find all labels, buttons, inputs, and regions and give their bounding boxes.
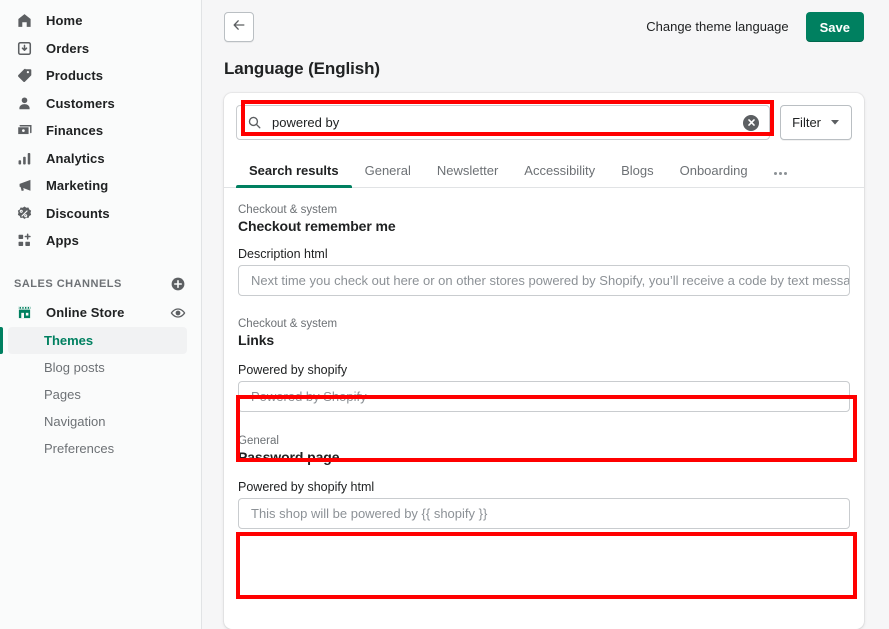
filter-button-label: Filter [792, 115, 821, 130]
field-value: Next time you check out here or on other… [251, 273, 850, 288]
search-box[interactable] [236, 105, 771, 140]
marketing-megaphone-icon [14, 176, 34, 196]
plus-circle-icon[interactable] [169, 275, 187, 293]
analytics-bars-icon [14, 148, 34, 168]
back-button[interactable] [224, 12, 254, 42]
field-value: This shop will be powered by {{ shopify … [251, 506, 488, 521]
clear-search-icon[interactable] [743, 114, 760, 131]
sidebar-item-label: Apps [46, 233, 79, 249]
sidebar-item-label: Products [46, 68, 104, 84]
sidebar-item-label: Finances [46, 123, 104, 139]
sidebar-subitem-label: Navigation [44, 413, 106, 429]
save-button[interactable]: Save [805, 12, 864, 42]
sidebar-item-label: Orders [46, 40, 90, 56]
eye-icon[interactable] [169, 304, 187, 322]
change-theme-language-link[interactable]: Change theme language [646, 12, 788, 42]
apps-grid-plus-icon [14, 231, 34, 251]
section-title: Links [238, 332, 275, 348]
powered-by-shopify-html-input[interactable]: This shop will be powered by {{ shopify … [238, 498, 850, 529]
tab-newsletter[interactable]: Newsletter [424, 163, 511, 187]
search-icon [247, 115, 262, 130]
sidebar: Home Orders Products Customers Finances [0, 0, 202, 629]
tab-blogs[interactable]: Blogs [608, 163, 667, 187]
app-root: Home Orders Products Customers Finances [0, 0, 889, 629]
page-header: Change theme language Save [224, 12, 864, 48]
field-powered-by-shopify-html: Powered by shopify html This shop will b… [238, 480, 850, 529]
customers-person-icon [14, 93, 34, 113]
section-title: Password page [238, 449, 340, 465]
page-title: Language (English) [224, 59, 380, 78]
filter-button[interactable]: Filter [780, 105, 852, 140]
section-links: Checkout & system Links Powered by shopi… [238, 296, 850, 412]
section-category: Checkout & system [238, 204, 338, 216]
tabs-bar: Search results General Newsletter Access… [224, 152, 864, 188]
tab-accessibility[interactable]: Accessibility [511, 163, 608, 187]
language-editor-card: Filter Search results General Newsletter… [224, 93, 864, 629]
orders-icon [14, 38, 34, 58]
sidebar-item-discounts[interactable]: Discounts [0, 200, 201, 228]
sales-channels-heading: SALES CHANNELS [14, 277, 122, 290]
sidebar-item-preferences[interactable]: Preferences [8, 435, 187, 462]
sidebar-item-label: Home [46, 13, 83, 29]
sidebar-subitem-label: Pages [44, 386, 81, 402]
sidebar-item-home[interactable]: Home [0, 7, 201, 35]
sidebar-subitem-label: Blog posts [44, 359, 105, 375]
arrow-left-icon [231, 17, 247, 38]
sidebar-item-label: Analytics [46, 150, 105, 166]
storefront-icon [14, 303, 34, 323]
description-html-input[interactable]: Next time you check out here or on other… [238, 265, 850, 296]
discounts-badge-icon [14, 203, 34, 223]
field-label: Description html [238, 247, 328, 261]
section-checkout-remember-me: Checkout & system Checkout remember me D… [238, 188, 850, 296]
tabs-overflow-ellipsis-icon[interactable] [761, 172, 800, 187]
section-title: Checkout remember me [238, 218, 396, 234]
sidebar-item-label: Customers [46, 95, 115, 111]
chevron-down-icon [830, 114, 840, 132]
main-content: Change theme language Save Language (Eng… [202, 0, 889, 629]
sidebar-item-label: Online Store [46, 305, 125, 320]
tab-general[interactable]: General [352, 163, 424, 187]
sidebar-item-marketing[interactable]: Marketing [0, 172, 201, 200]
section-category: Checkout & system [238, 318, 338, 330]
search-field-wrapper [236, 105, 771, 140]
section-category: General [238, 435, 279, 447]
tab-search-results[interactable]: Search results [236, 163, 352, 188]
tab-onboarding[interactable]: Onboarding [667, 163, 761, 187]
sidebar-item-orders[interactable]: Orders [0, 35, 201, 63]
sidebar-item-apps[interactable]: Apps [0, 227, 201, 255]
search-row: Filter [224, 93, 864, 140]
field-label: Powered by shopify html [238, 480, 375, 494]
sidebar-item-customers[interactable]: Customers [0, 90, 201, 118]
sales-channels-header: SALES CHANNELS [0, 269, 201, 299]
sidebar-item-navigation[interactable]: Navigation [8, 408, 187, 435]
sidebar-item-finances[interactable]: Finances [0, 117, 201, 145]
field-value: Powered by Shopify [251, 389, 367, 404]
sidebar-item-label: Marketing [46, 178, 109, 194]
sidebar-item-blog-posts[interactable]: Blog posts [8, 354, 187, 381]
sidebar-item-label: Discounts [46, 205, 110, 221]
home-icon [14, 11, 34, 31]
search-input[interactable] [272, 115, 744, 130]
sidebar-item-pages[interactable]: Pages [8, 381, 187, 408]
field-powered-by-shopify: Powered by shopify Powered by Shopify [238, 363, 850, 412]
sidebar-item-online-store[interactable]: Online Store [0, 299, 201, 327]
field-label: Powered by shopify [238, 363, 348, 377]
sidebar-item-products[interactable]: Products [0, 62, 201, 90]
results-sections: Checkout & system Checkout remember me D… [224, 188, 864, 529]
sidebar-subitem-label: Preferences [44, 440, 115, 456]
sidebar-item-analytics[interactable]: Analytics [0, 145, 201, 173]
section-password-page: General Password page Powered by shopify… [238, 412, 850, 529]
products-tag-icon [14, 66, 34, 86]
sidebar-subitem-label: Themes [44, 332, 94, 348]
sidebar-item-themes[interactable]: Themes [0, 326, 187, 354]
field-description-html: Description html Next time you check out… [238, 247, 850, 296]
finances-cash-icon [14, 121, 34, 141]
powered-by-shopify-input[interactable]: Powered by Shopify [238, 381, 850, 412]
